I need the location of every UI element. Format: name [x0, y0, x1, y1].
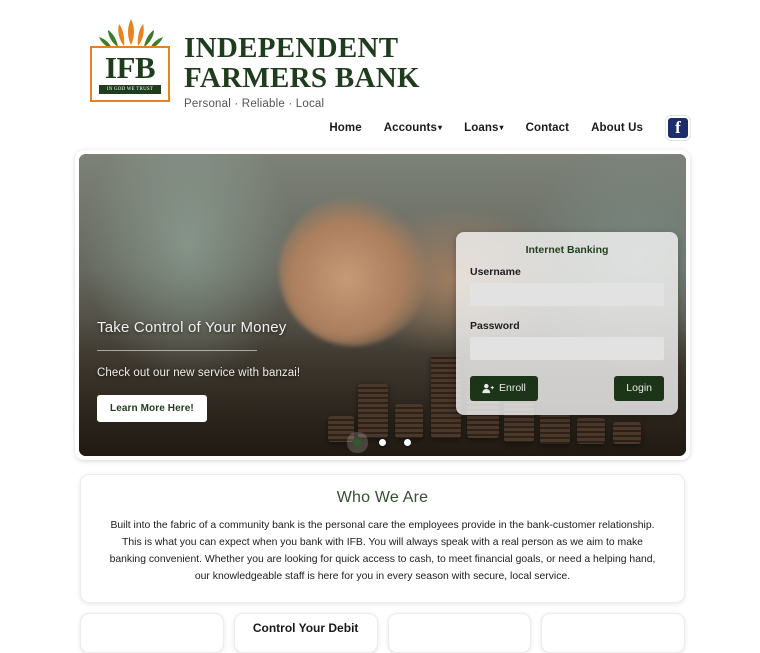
- nav-item-contact[interactable]: Contact: [515, 116, 581, 140]
- main-navigation: Home Accounts▾ Loans▾ Contact About Us f: [0, 116, 760, 141]
- feature-card-4[interactable]: [541, 612, 685, 653]
- carousel-dot-1[interactable]: [354, 439, 361, 447]
- nav-item-accounts[interactable]: Accounts▾: [373, 116, 453, 140]
- facebook-icon[interactable]: f: [666, 116, 690, 141]
- hero-subtitle: Check out our new service with banzai!: [97, 367, 301, 380]
- carousel-dots: [79, 439, 686, 447]
- facebook-glyph: f: [675, 117, 681, 137]
- person-add-icon: [482, 384, 494, 394]
- enroll-button[interactable]: Enroll: [470, 376, 538, 402]
- login-panel-title: Internet Banking: [525, 244, 609, 257]
- feature-card-2[interactable]: Control Your Debit: [233, 612, 378, 653]
- brand-name-line-2: FARMERS BANK: [184, 61, 420, 94]
- who-we-are-title: Who We Are: [336, 489, 429, 507]
- ifb-monogram: IFB: [104, 49, 156, 85]
- who-we-are-body: Built into the fabric of a community ban…: [109, 520, 656, 582]
- username-input[interactable]: [470, 283, 664, 307]
- feature-card-1[interactable]: [80, 612, 224, 653]
- site-header: IFB IN GOD WE TRUST INDEPENDENT FARMERS …: [0, 0, 760, 141]
- feature-card-3[interactable]: [387, 612, 532, 653]
- logo-motto-bar: IN GOD WE TRUST: [99, 85, 161, 95]
- brand-name-line-1: INDEPENDENT: [184, 32, 399, 64]
- carousel-dot-2[interactable]: [379, 439, 386, 447]
- brand-logo[interactable]: IFB IN GOD WE TRUST INDEPENDENT FARMERS …: [0, 18, 760, 110]
- carousel-dot-3[interactable]: [404, 439, 411, 447]
- username-label: Username: [470, 266, 521, 279]
- hero-slide: Take Control of Your Money Check out our…: [79, 154, 686, 457]
- nav-label-loans: Loans: [464, 122, 499, 135]
- learn-more-button[interactable]: Learn More Here!: [97, 395, 207, 423]
- hero-title: Take Control of Your Money: [97, 319, 287, 337]
- nav-label-contact: Contact: [525, 122, 570, 135]
- login-actions: Enroll Login: [470, 376, 664, 402]
- logo-motto-text: IN GOD WE TRUST: [106, 87, 154, 93]
- login-button[interactable]: Login: [614, 376, 664, 401]
- chevron-down-icon: ▾: [437, 123, 443, 133]
- ifb-logo-box: IFB IN GOD WE TRUST: [90, 46, 170, 102]
- nav-label-about-us: About Us: [591, 122, 643, 135]
- enroll-button-label: Enroll: [499, 382, 526, 395]
- password-label: Password: [470, 320, 520, 333]
- hero-divider: [97, 350, 257, 352]
- internet-banking-panel: Internet Banking Username Password Enrol…: [456, 232, 678, 416]
- hero-carousel: Take Control of Your Money Check out our…: [75, 150, 690, 461]
- nav-item-loans[interactable]: Loans▾: [453, 116, 515, 140]
- nav-item-about-us[interactable]: About Us: [580, 116, 654, 140]
- feature-card-2-title: Control Your Debit: [252, 620, 359, 635]
- who-we-are-card: Who We Are Built into the fabric of a co…: [80, 474, 685, 603]
- password-input[interactable]: [470, 337, 664, 361]
- login-button-label: Login: [626, 382, 652, 395]
- nav-label-accounts: Accounts: [383, 122, 437, 135]
- feature-cards-row: Control Your Debit: [80, 612, 685, 653]
- brand-tagline: Personal · Reliable · Local: [184, 98, 325, 111]
- ifb-logo-mark: IFB IN GOD WE TRUST: [86, 18, 174, 106]
- nav-item-home[interactable]: Home: [318, 116, 372, 140]
- chevron-down-icon: ▾: [499, 123, 504, 133]
- brand-wordmark: INDEPENDENT FARMERS BANK Personal · Reli…: [184, 18, 420, 110]
- hero-text-block: Take Control of Your Money Check out our…: [97, 319, 387, 423]
- nav-label-home: Home: [329, 122, 362, 135]
